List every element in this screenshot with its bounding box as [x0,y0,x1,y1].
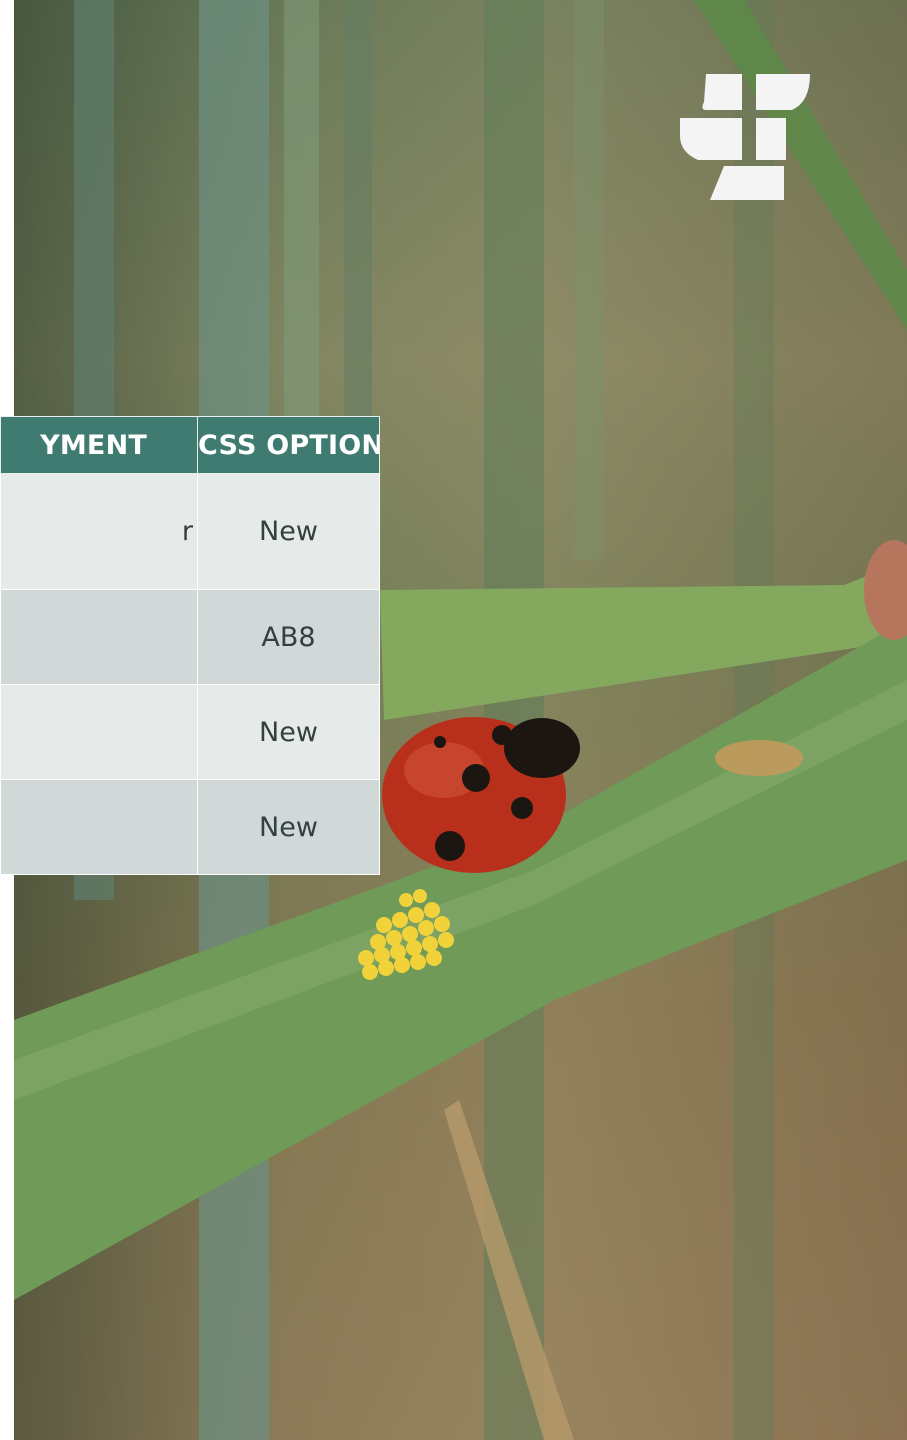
table-row: r New [0,473,380,590]
column-header-payment: YMENT [0,416,198,474]
table-row: AB8 [0,589,380,685]
options-table-grid: YMENT CSS OPTION r New AB8 New New [0,416,380,875]
table-cell-payment: r [0,473,198,590]
table-cell-css-option: AB8 [197,589,380,685]
table-cell-css-option: New [197,684,380,780]
table-cell-payment [0,779,198,875]
column-header-css-option: CSS OPTION [197,416,380,474]
table-cell-payment [0,589,198,685]
leaf-logo-icon [680,74,810,200]
brand-logo [680,72,812,202]
table-row: New [0,779,380,875]
table-header-row: YMENT CSS OPTION [0,416,380,474]
table-row: New [0,684,380,780]
table-cell-payment [0,684,198,780]
options-table: YMENT CSS OPTION r New AB8 New New [0,416,380,875]
table-cell-css-option: New [197,779,380,875]
table-cell-css-option: New [197,473,380,590]
